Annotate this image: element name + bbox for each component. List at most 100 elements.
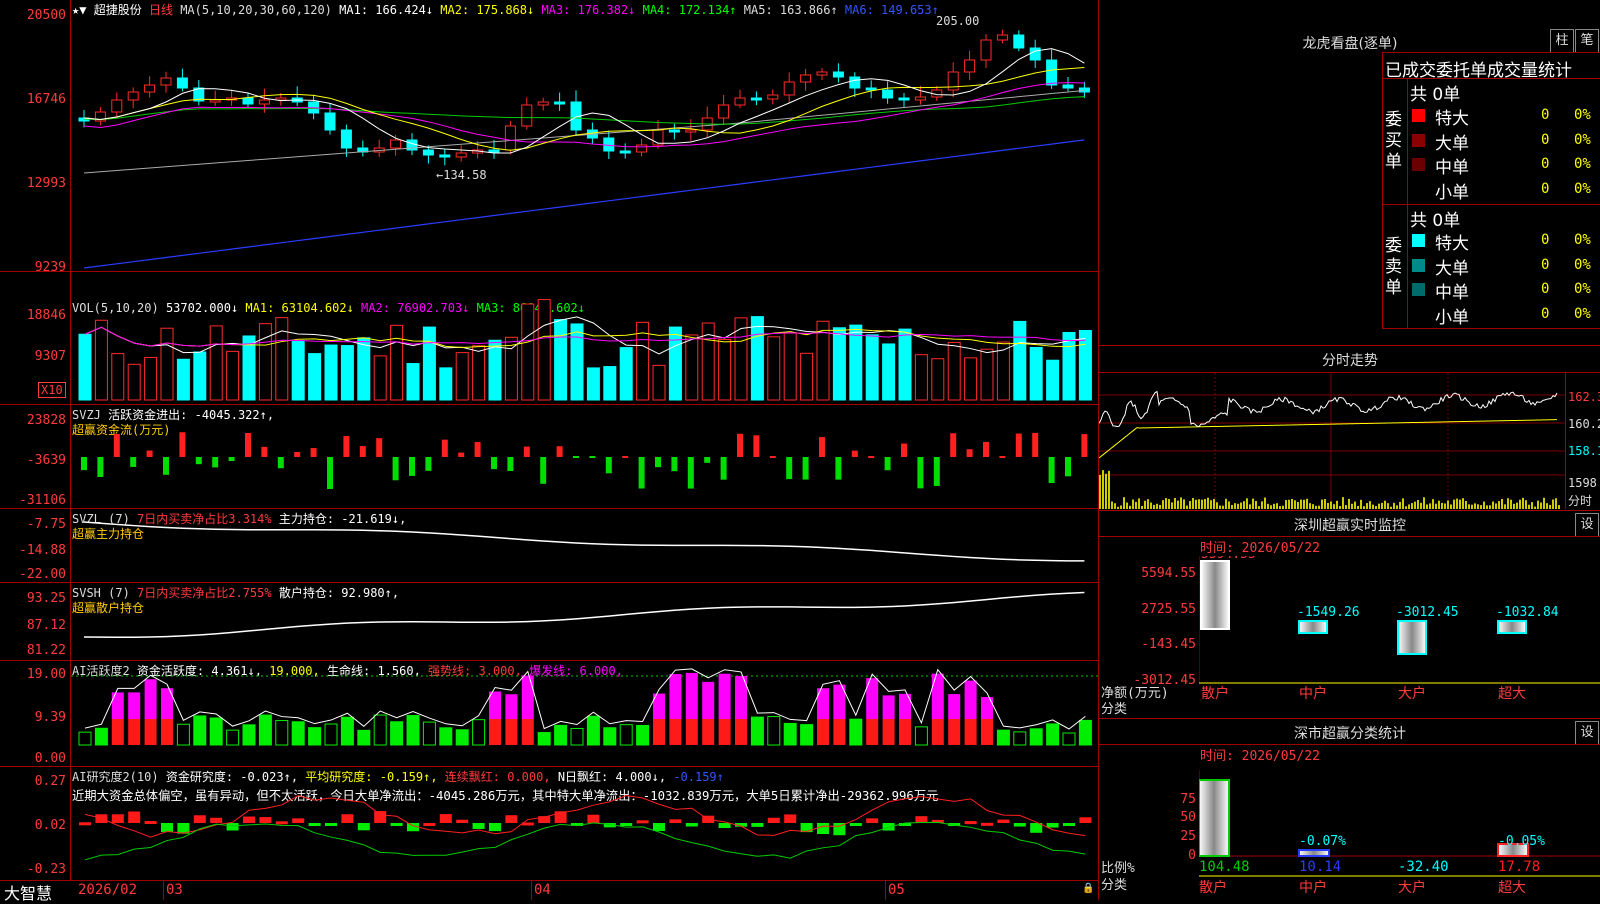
x-label: 05 [888,882,905,898]
flow-bar [113,433,120,457]
flow-bar [589,456,596,458]
activity-bar [258,714,272,746]
flow-bar [1015,433,1022,457]
sell-side-label: 委卖单 [1385,236,1402,298]
volume-bar [275,317,289,401]
flow-bar [1048,457,1055,484]
intraday-volume-bar [1180,497,1182,509]
intraday-volume-bar [1108,470,1110,509]
flow-bar [376,438,383,457]
flow-bar [81,457,87,471]
intraday-volume-bar [1138,498,1140,509]
intraday-volume-bar [1438,500,1440,509]
flow-bar [917,457,924,489]
activity-bar [275,720,289,746]
intraday-volume-bar [1225,498,1227,509]
ai2-ytick: 0.27 [34,774,66,789]
candle [603,137,615,152]
intraday-volume-bar [1324,499,1326,509]
candle [767,94,779,100]
intraday-volume-bar [1327,502,1329,509]
flow-bar [146,450,153,457]
classify-bar-chart[interactable]: 104.48 散户 -0.07% 10.14 中户 -32.40 大户 -0.05% 17.78… [1199,770,1600,900]
intraday-chart[interactable] [1099,373,1565,509]
ai1-chart[interactable] [71,661,1098,766]
intraday-ytick: 160.2 [1568,417,1600,431]
row-value: 0 [1541,156,1550,172]
activity-bar [603,727,617,746]
classify-ytick: 50 [1180,810,1196,825]
activity-bar [1046,723,1060,746]
flow-bar [1032,432,1039,457]
ai2-chart[interactable] [71,767,1098,880]
candle [160,77,172,86]
svsh-chart[interactable] [71,583,1098,660]
candlestick-chart[interactable] [71,0,1098,271]
flow-bar [966,449,973,457]
svsh-ytick: 93.25 [26,591,66,606]
research-bar [964,821,977,825]
monitor-ytick: -143.45 [1141,637,1196,652]
volume-bar [832,327,846,401]
volume-bar [914,354,928,401]
intraday-volume-bar [1462,498,1464,509]
research-bar [357,823,370,831]
intraday-volume-bar [1168,499,1170,509]
intraday-volume-bar [1540,502,1542,509]
intraday-volume-bar [1480,505,1482,509]
intraday-volume-bar [1342,497,1344,509]
volume-chart[interactable] [71,272,1098,404]
candle [718,104,730,119]
research-bar [210,817,223,823]
flow-bar [212,457,219,468]
intraday-volume-bar [1408,504,1410,509]
activity-bar [537,732,551,746]
volume-bar [226,350,240,401]
svsh-ytick: 81.22 [26,643,66,658]
column-view-button[interactable]: 柱 [1550,29,1574,53]
activity-bar [554,724,568,746]
intraday-volume-bar [1528,504,1530,509]
vol-ytick: 18846 [26,308,66,323]
classify-category: 超大 [1498,880,1526,896]
flow-bar [851,450,858,457]
flow-bar [737,433,743,457]
flow-bar [671,457,678,472]
divider [1382,328,1600,329]
monitor-settings-button[interactable]: 设 [1575,513,1599,537]
svzj-chart[interactable] [71,405,1098,508]
tick-view-button[interactable]: 笔 [1575,29,1599,53]
activity-bar [144,679,157,719]
monitor-category: 散户 [1201,685,1229,702]
flow-bar [884,457,891,471]
divider [1099,510,1600,511]
intraday-volume-bar [1486,505,1488,509]
classify-settings-button[interactable]: 设 [1575,721,1599,745]
activity-bar [242,724,256,746]
intraday-volume-bar [1198,499,1200,509]
research-bar [866,818,879,823]
research-bar [1063,823,1075,827]
candle [816,71,828,76]
research-bar [685,823,698,827]
research-bar [456,819,469,823]
intraday-volume-bar [1207,497,1209,509]
volume-bar [767,336,781,401]
volume-bar [685,334,699,401]
intraday-volume-bar [1471,504,1473,509]
x-tick [531,880,532,900]
intraday-volume-bar [1144,500,1146,509]
intraday-volume-bar [1252,498,1254,509]
volume-bar [1062,331,1076,401]
buy-total: 共 0单 [1410,85,1461,105]
intraday-volume-bar [1339,506,1341,509]
research-bar [144,821,157,825]
monitor-bar-chart[interactable]: 5594.55 散户 -1549.26 中户 -3012.45 大户 -1032.84 超大 [1199,556,1600,716]
research-bar [341,814,354,823]
svzl-chart[interactable] [71,509,1098,582]
intraday-volume-bar [1504,504,1506,509]
lock-icon[interactable]: 🔒 [1082,883,1094,894]
candle [750,97,762,101]
candle [636,144,648,153]
volume-bar [750,316,764,401]
